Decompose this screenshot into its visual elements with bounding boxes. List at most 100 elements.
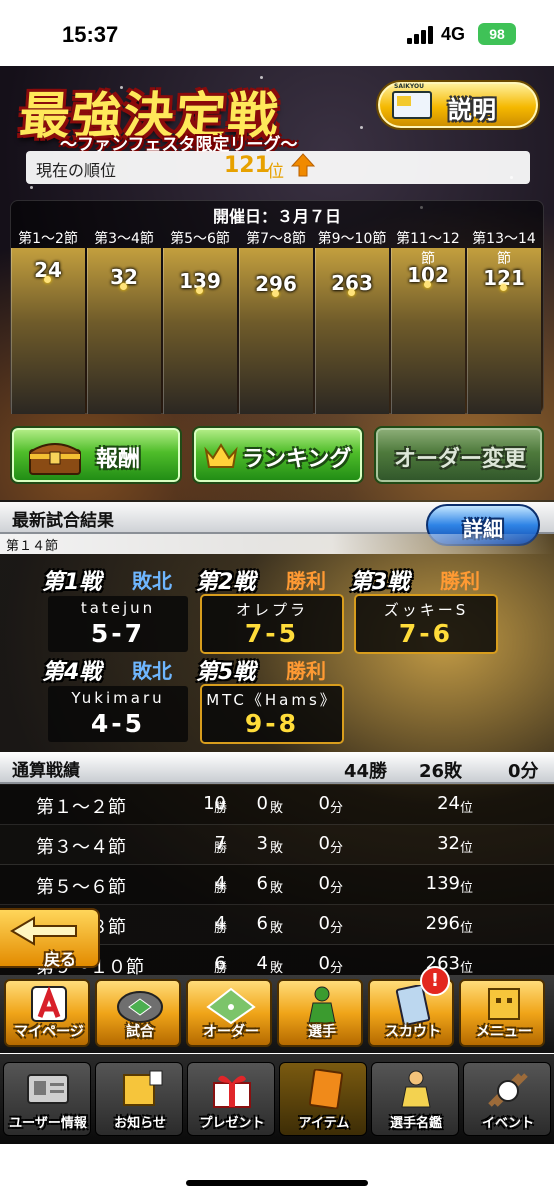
wins-unit: 勝 — [214, 801, 228, 816]
rank-marker-dot — [500, 284, 507, 291]
draws-unit: 分 — [330, 841, 344, 856]
round-header: 第11〜12節 — [396, 231, 460, 267]
ranking-button[interactable]: ランキング — [192, 426, 364, 484]
order-change-button[interactable]: オーダー変更 — [374, 426, 544, 484]
game-result-card[interactable]: 第4戦 敗北 Yukimaru 4-5 — [42, 654, 196, 742]
nav-label: 選手 — [308, 1024, 336, 1040]
losses-unit: 敗 — [270, 921, 284, 936]
game-result-card[interactable]: 第1戦 敗北 tatejun 5-7 — [42, 564, 196, 652]
draws-unit: 分 — [330, 921, 344, 936]
row-losses: 6 — [256, 913, 268, 934]
subnav-label: アイテム — [298, 1116, 350, 1131]
clock: 15:37 — [62, 22, 119, 47]
round-header: 第1〜2節 — [18, 231, 78, 247]
rank-unit: 位 — [460, 801, 474, 816]
cumulative-row: 第１〜２節 10 勝 0 敗 0 分 24 位 — [0, 785, 554, 825]
network-type: 4G — [441, 24, 466, 44]
row-round: 第１〜２節 — [36, 797, 126, 818]
round-header: 第13〜14節 — [472, 231, 536, 267]
subnav-user-info-button[interactable]: ユーザー情報 — [3, 1062, 91, 1136]
game-score: 5-7 — [90, 619, 146, 648]
nav-label: メニュー — [476, 1024, 532, 1040]
subnav-event-bat-ball-button[interactable]: イベント — [463, 1062, 551, 1136]
round-bar — [0, 534, 554, 554]
subnav-label: プレゼント — [199, 1116, 265, 1131]
row-draws: 0 — [318, 833, 330, 854]
back-arrow-icon — [10, 916, 77, 946]
rank-marker-dot — [424, 281, 431, 288]
rank-up-arrow-icon — [291, 153, 315, 177]
subnav-item-button[interactable]: アイテム — [279, 1062, 367, 1136]
subnav-label: お知らせ — [114, 1116, 166, 1131]
draws-unit: 分 — [330, 881, 344, 896]
game-result-card[interactable]: 第2戦 勝利 オレプラ 7-5 — [196, 564, 350, 652]
losses-unit: 敗 — [270, 841, 284, 856]
home-indicator[interactable] — [186, 1180, 368, 1186]
reward-button-label: 報酬 — [96, 447, 141, 472]
game-outcome: 敗北 — [132, 659, 172, 683]
current-rank-unit: 位 — [267, 162, 284, 182]
rank-marker-dot — [196, 287, 203, 294]
nav-field-order-button[interactable]: オーダー — [186, 979, 272, 1047]
rank-unit: 位 — [460, 881, 474, 896]
game-outcome: 勝利 — [286, 569, 326, 593]
losses-unit: 敗 — [270, 801, 284, 816]
nav-label: 試合 — [126, 1024, 154, 1040]
game-result-card[interactable]: 第5戦 勝利 MTC《Hams》 9-8 — [196, 654, 350, 742]
opponent-name: tatejun — [80, 599, 156, 617]
current-rank-value: 121 — [224, 153, 270, 178]
nav-stadium-button[interactable]: 試合 — [95, 979, 181, 1047]
game-result-card[interactable]: 第3戦 勝利ズッキーS 7-6 — [350, 564, 504, 652]
player-book-icon — [401, 1070, 431, 1108]
game-outcome: 勝利 — [286, 659, 326, 683]
nav-label: オーダー — [203, 1024, 259, 1040]
game-score: 7-6 — [398, 619, 454, 648]
rank-unit: 位 — [460, 841, 474, 856]
rank-marker-dot — [348, 289, 355, 296]
nav-mypage-button[interactable]: マイページ — [4, 979, 90, 1047]
event-bat-ball-icon — [488, 1073, 528, 1107]
row-draws: 0 — [318, 793, 330, 814]
guidebook-icon-text: SAIKYOU — [394, 83, 424, 90]
player-icon — [308, 986, 336, 1024]
subnav-label: イベント — [481, 1116, 534, 1131]
subnav-player-book-button[interactable]: 選手名鑑 — [371, 1062, 459, 1136]
round-label: 第１４節 — [6, 539, 59, 554]
row-losses: 0 — [256, 793, 268, 814]
rank-marker-dot — [120, 283, 127, 290]
subnav-news-button[interactable]: お知らせ — [95, 1062, 183, 1136]
signal-icon — [407, 26, 435, 44]
game-outcome: 敗北 — [132, 569, 172, 593]
ranking-button-label: ランキング — [242, 447, 352, 472]
cumulative-header — [0, 752, 554, 784]
game-outcome: 勝利 — [440, 569, 480, 593]
schedule-date: 開催日：３月７日 — [212, 207, 341, 226]
news-icon — [123, 1070, 163, 1106]
row-rank: 32 — [437, 833, 460, 854]
losses-unit: 敗 — [270, 961, 284, 976]
row-draws: 0 — [318, 913, 330, 934]
current-rank-label: 現在の順位 — [36, 161, 117, 180]
rank-marker-dot — [272, 290, 279, 297]
subnav-gift-button[interactable]: プレゼント — [187, 1062, 275, 1136]
guidebook-icon: SAIKYOU — [392, 83, 432, 119]
game-score: 9-8 — [244, 709, 300, 738]
opponent-name: Yukimaru — [71, 689, 165, 707]
row-rank: 296 — [425, 913, 460, 934]
latest-results-title: 最新試合結果 — [12, 511, 114, 531]
wins-unit: 勝 — [214, 921, 228, 936]
back-button[interactable]: 戻る — [0, 908, 100, 969]
explain-button[interactable]: SAIKYOU 説明 — [376, 80, 540, 130]
nav-menu-box-button[interactable]: メニュー — [459, 979, 545, 1047]
round-header: 第3〜4節 — [94, 231, 154, 247]
nav-player-button[interactable]: 選手 — [277, 979, 363, 1047]
row-rank: 139 — [425, 873, 460, 894]
crown-icon — [204, 443, 238, 468]
app-screen: 15:37 4G 98 最強決定戦 〜ファンフェスタ限定リーグ〜 SAIKYOU… — [0, 0, 554, 1200]
reward-button[interactable]: 報酬 — [10, 426, 182, 484]
opponent-name: MTC《Hams》 — [206, 691, 338, 709]
order-change-button-label: オーダー変更 — [394, 447, 527, 472]
draws-unit: 分 — [330, 961, 344, 976]
game-number: 第3戦 — [350, 570, 410, 595]
opponent-name: ズッキーS — [383, 601, 469, 619]
